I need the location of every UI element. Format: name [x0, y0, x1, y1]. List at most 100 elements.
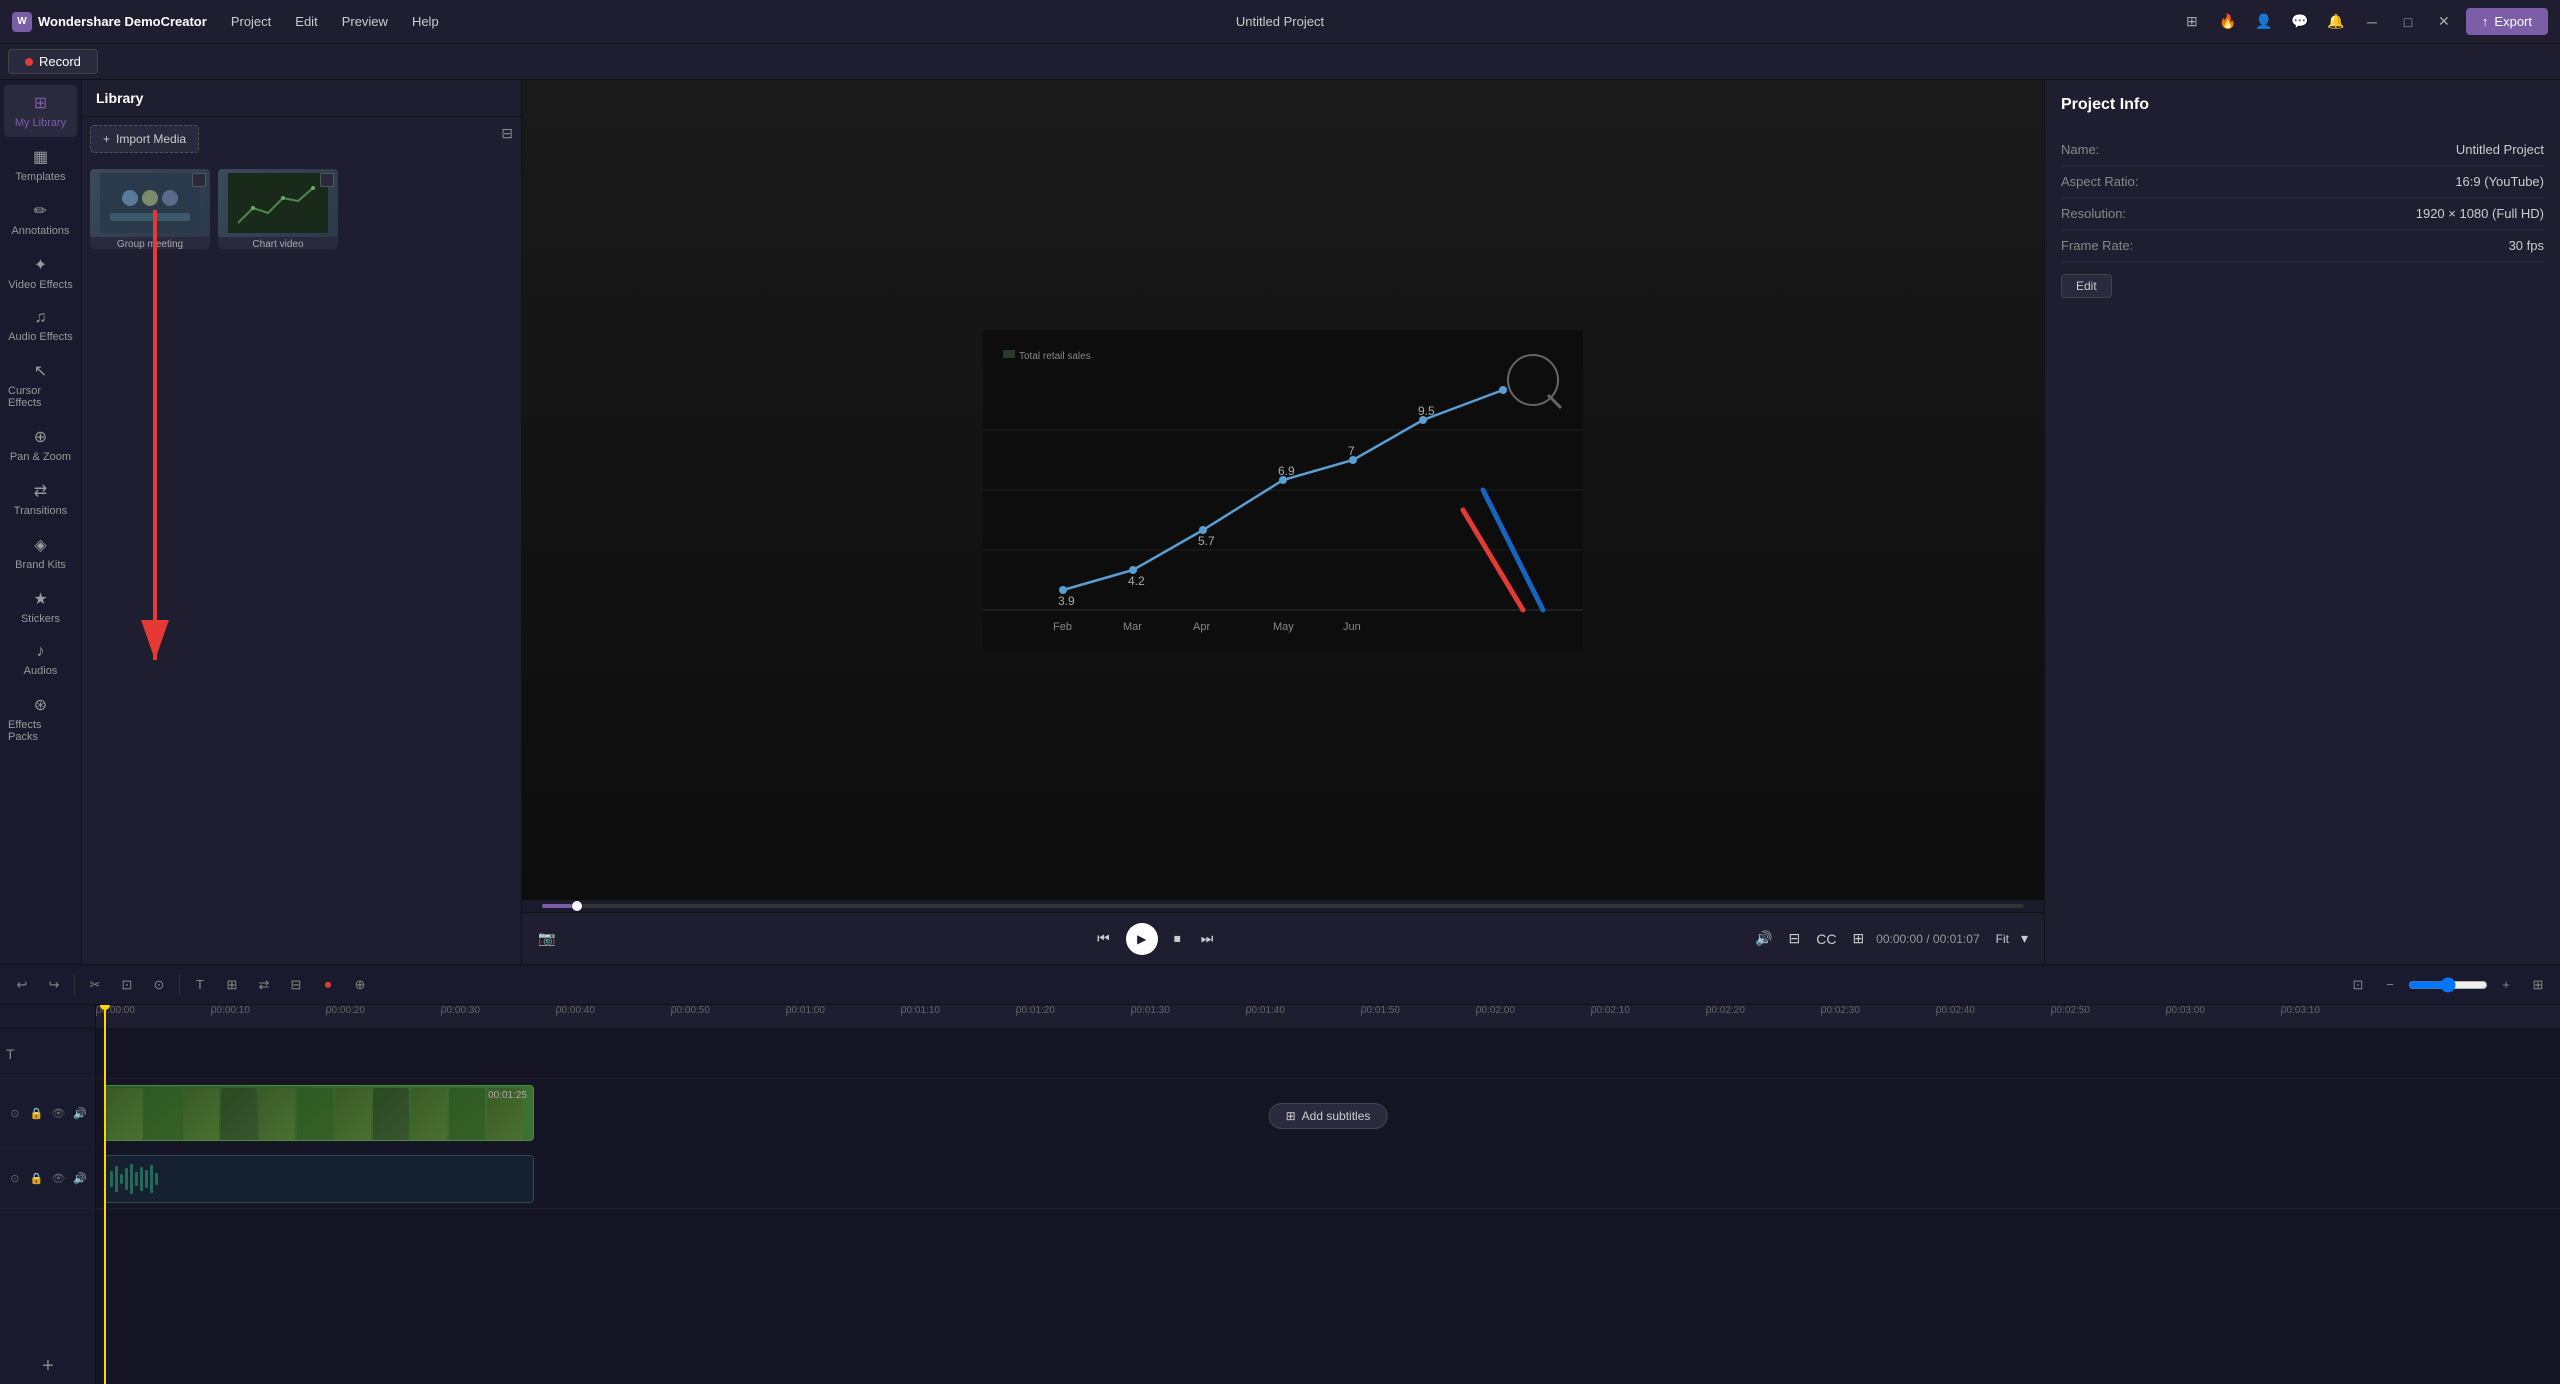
stop-btn[interactable]: ⏹ [1170, 926, 1185, 951]
more-tools-button[interactable]: ⊕ [346, 971, 374, 999]
play-button[interactable]: ▶ [1126, 923, 1158, 955]
clip-frame-3 [183, 1088, 219, 1140]
timeline-scrubber[interactable] [542, 904, 2024, 908]
close-icon[interactable]: ✕ [2430, 8, 2458, 36]
sidebar-item-stickers[interactable]: ★ Stickers [4, 581, 77, 633]
my-library-icon: ⊞ [34, 93, 47, 113]
svg-text:9.5: 9.5 [1418, 404, 1435, 418]
record-tl-button[interactable]: ⏺ [314, 971, 342, 999]
audio-track-mute[interactable]: 🔊 [71, 1170, 89, 1188]
sidebar-item-annotations[interactable]: ✏ Annotations [4, 193, 77, 245]
audio-track-visibility[interactable]: 👁 [50, 1170, 68, 1188]
ruler-mark-19: 00:03:10 [2281, 1005, 2320, 1016]
thumb-select-1[interactable] [192, 173, 206, 187]
maximize-icon[interactable]: □ [2394, 8, 2422, 36]
filter-icon[interactable]: ⊟ [501, 125, 513, 153]
track-visibility-btn[interactable]: 👁 [50, 1105, 68, 1123]
project-info-title: Project Info [2061, 96, 2544, 114]
ruler-mark-14: 00:02:20 [1706, 1005, 1745, 1016]
menu-preview[interactable]: Preview [338, 12, 392, 31]
video-clip[interactable]: 00:01:25 [104, 1085, 534, 1141]
sidebar-item-cursor-effects[interactable]: ↖ Cursor Effects [4, 353, 77, 417]
stickers-icon: ★ [33, 589, 47, 609]
ruler-mark-5: 00:00:50 [671, 1005, 710, 1016]
sidebar-item-my-library[interactable]: ⊞ My Library [4, 85, 77, 137]
audio-effects-icon: ♫ [35, 309, 47, 327]
thumb-select-2[interactable] [320, 173, 334, 187]
menu-edit[interactable]: Edit [291, 12, 321, 31]
track-lock-btn[interactable]: 🔒 [28, 1105, 46, 1123]
sidebar-item-video-effects[interactable]: ✦ Video Effects [4, 247, 77, 299]
screen-record-icon[interactable]: ⊞ [2178, 8, 2206, 36]
fit-label: Fit [1996, 932, 2009, 946]
svg-text:Total retail sales: Total retail sales [1019, 351, 1091, 362]
playback-controls: 📷 ⏮ ▶ ⏹ ⏭ 🔊 ⊟ CC ⊞ 00:00:00 / 00:01:07 F… [522, 912, 2044, 964]
audio-settings-btn[interactable]: ⊟ [1784, 926, 1804, 951]
media-thumbnail-2[interactable]: Chart video [218, 169, 338, 249]
annotation-button[interactable]: ⊞ [218, 971, 246, 999]
crop-timeline-button[interactable]: ⊡ [113, 971, 141, 999]
bell-icon[interactable]: 🔔 [2322, 8, 2350, 36]
zoom-slider[interactable] [2408, 977, 2488, 993]
sidebar-label-audio-effects: Audio Effects [8, 331, 73, 343]
sidebar-item-audios[interactable]: ♪ Audios [4, 635, 77, 685]
speed-button[interactable]: ⊙ [145, 971, 173, 999]
edit-button[interactable]: Edit [2061, 274, 2112, 298]
timeline-content: T ⊙ 🔒 👁 🔊 ⊙ 🔒 👁 🔊 + 00:00:00 [0, 1005, 2560, 1384]
screenshot-btn[interactable]: 📷 [534, 926, 559, 951]
ruler-mark-15: 00:02:30 [1821, 1005, 1860, 1016]
redo-button[interactable]: ↪ [40, 971, 68, 999]
sidebar-item-pan-zoom[interactable]: ⊕ Pan & Zoom [4, 419, 77, 471]
audio-track-lock[interactable]: 🔒 [28, 1170, 46, 1188]
audio-track-settings[interactable]: ⊙ [6, 1170, 24, 1188]
import-media-button[interactable]: + Import Media [90, 125, 199, 153]
zoom-full-button[interactable]: ⊞ [2524, 971, 2552, 999]
audio-clip[interactable] [104, 1155, 534, 1203]
skip-forward-btn[interactable]: ⏭ [1197, 926, 1218, 951]
fit-dropdown-btn[interactable]: ▾ [2017, 926, 2032, 951]
ruler-mark-8: 00:01:20 [1016, 1005, 1055, 1016]
zoom-fit-button[interactable]: ⊡ [2344, 971, 2372, 999]
captions-btn[interactable]: CC [1812, 927, 1840, 951]
timeline-ruler[interactable]: 00:00:00 00:00:10 00:00:20 00:00:30 00:0… [96, 1005, 2560, 1029]
volume-btn[interactable]: 🔊 [1751, 926, 1776, 951]
track-settings-btn[interactable]: ⊙ [6, 1105, 24, 1123]
track-mute-btn[interactable]: 🔊 [71, 1105, 89, 1123]
transition-tl-button[interactable]: ⇄ [250, 971, 278, 999]
zoom-out-button[interactable]: − [2376, 971, 2404, 999]
sidebar-item-brand-kits[interactable]: ◈ Brand Kits [4, 527, 77, 579]
record-button[interactable]: Record [8, 49, 98, 74]
ruler-mark-17: 00:02:50 [2051, 1005, 2090, 1016]
skip-back-btn[interactable]: ⏮ [1093, 926, 1114, 951]
playhead[interactable] [104, 1005, 106, 1384]
menu-project[interactable]: Project [227, 12, 275, 31]
media-thumbnail-1[interactable]: Group meeting [90, 169, 210, 249]
minimize-icon[interactable]: ─ [2358, 8, 2386, 36]
pan-zoom-icon: ⊕ [34, 427, 47, 447]
undo-button[interactable]: ↩ [8, 971, 36, 999]
group-button[interactable]: ⊟ [282, 971, 310, 999]
feedback-icon[interactable]: 💬 [2286, 8, 2314, 36]
export-button[interactable]: ↑ Export [2466, 8, 2548, 35]
time-display: 00:00:00 / 00:01:07 [1876, 932, 1979, 946]
sidebar-label-audios: Audios [24, 665, 58, 677]
text-button[interactable]: T [186, 971, 214, 999]
scrubber-thumb[interactable] [572, 901, 582, 911]
crop-btn[interactable]: ⊞ [1848, 926, 1868, 951]
sidebar-item-audio-effects[interactable]: ♫ Audio Effects [4, 301, 77, 351]
add-subtitles-button[interactable]: ⊞ Add subtitles [1269, 1103, 1388, 1129]
info-label-name: Name: [2061, 142, 2099, 157]
add-track-button[interactable]: + [0, 1348, 96, 1384]
sidebar-item-effects-packs[interactable]: ⊛ Effects Packs [4, 687, 77, 751]
fire-icon[interactable]: 🔥 [2214, 8, 2242, 36]
info-row-framerate: Frame Rate: 30 fps [2061, 230, 2544, 262]
library-title: Library [96, 90, 143, 106]
ruler-mark-2: 00:00:20 [326, 1005, 365, 1016]
sidebar-item-templates[interactable]: ▦ Templates [4, 139, 77, 191]
zoom-in-button[interactable]: + [2492, 971, 2520, 999]
account-icon[interactable]: 👤 [2250, 8, 2278, 36]
svg-text:7: 7 [1348, 444, 1355, 458]
split-button[interactable]: ✂ [81, 971, 109, 999]
menu-help[interactable]: Help [408, 12, 443, 31]
sidebar-item-transitions[interactable]: ⇄ Transitions [4, 473, 77, 525]
